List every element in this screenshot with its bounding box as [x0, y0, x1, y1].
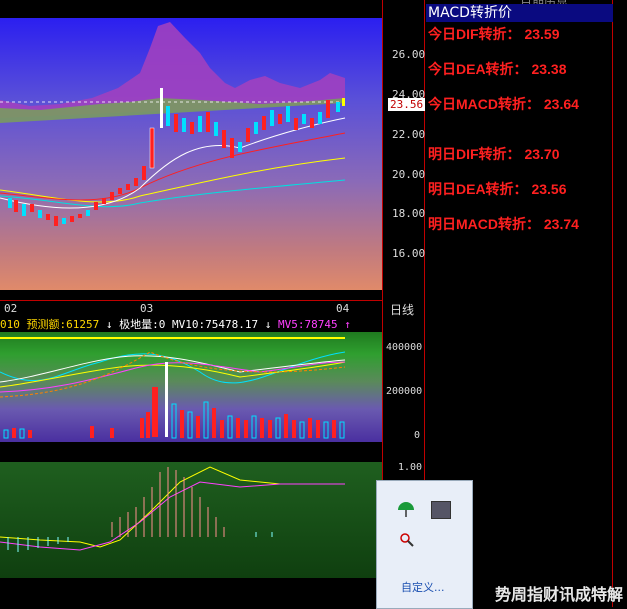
row-label: 今日DIF转折： — [428, 26, 521, 42]
network-icon[interactable] — [399, 531, 415, 547]
macd-row-tomorrow-macd: 明日MACD转折： 23.74 — [428, 214, 579, 234]
row-label: 今日MACD转折： — [428, 96, 540, 112]
indicator-tick: 1.00 — [398, 462, 423, 473]
date-axis: 02 03 04 日线 — [0, 300, 420, 318]
price-tick: 18.00 — [392, 207, 426, 220]
row-value: 23.74 — [543, 216, 579, 232]
price-axis: 26.00 24.00 22.00 20.00 18.00 16.00 23.5… — [384, 18, 426, 290]
row-value: 23.38 — [531, 61, 567, 77]
price-chart[interactable] — [0, 18, 382, 290]
price-tick: 16.00 — [392, 247, 426, 260]
macd-row-today-dea: 今日DEA转折： 23.38 — [428, 59, 567, 79]
volume-chart[interactable] — [0, 332, 382, 442]
vol-arrow-down: ↓ — [105, 318, 113, 331]
volume-chart-svg — [0, 337, 346, 439]
vol-arrow-down-2: ↓ — [264, 318, 272, 331]
volume-header: 010 预测额:61257 ↓ 极地量:0 MV10:75478.17 ↓ MV… — [0, 316, 382, 332]
vol-mv5: MV5:78745 — [277, 318, 338, 331]
macd-row-today-macd: 今日MACD转折： 23.64 — [428, 94, 579, 114]
vol-prefix: 010 — [0, 318, 20, 331]
panel-title: MACD转折价 — [426, 4, 613, 22]
price-marker: 23.56 — [388, 98, 426, 111]
row-label: 明日DIF转折： — [428, 146, 521, 162]
row-label: 明日MACD转折： — [428, 216, 540, 232]
umbrella-icon[interactable] — [397, 501, 415, 519]
volume-tick: 400000 — [386, 342, 423, 353]
top-strip — [0, 0, 382, 18]
row-value: 23.70 — [524, 146, 560, 162]
price-tick: 20.00 — [392, 168, 426, 181]
volume-axis: 400000 200000 0 — [384, 332, 424, 442]
customize-link[interactable]: 自定义... — [401, 579, 445, 595]
macd-row-tomorrow-dea: 明日DEA转折： 23.56 — [428, 179, 567, 199]
macd-row-tomorrow-dif: 明日DIF转折： 23.70 — [428, 144, 560, 164]
indicator-chart[interactable] — [0, 462, 382, 578]
row-value: 23.59 — [524, 26, 560, 42]
vol-mv10: MV10:75478.17 — [172, 318, 259, 331]
price-tick: 22.00 — [392, 128, 426, 141]
vol-arrow-up: ↑ — [344, 318, 351, 331]
panel-divider-right — [612, 0, 613, 607]
row-label: 今日DEA转折： — [428, 61, 528, 77]
volume-tick: 0 — [414, 430, 421, 441]
period-label[interactable]: 日线 — [390, 301, 414, 318]
vol-forecast: 预测额:61257 — [26, 318, 100, 331]
date-tick: 02 — [4, 302, 18, 315]
row-label: 明日DEA转折： — [428, 181, 528, 197]
volume-tick: 200000 — [386, 386, 423, 397]
watermark: 势周指财讯成特解 — [494, 585, 623, 604]
row-value: 23.64 — [543, 96, 579, 112]
date-tick: 03 — [140, 302, 154, 315]
price-tick: 26.00 — [392, 48, 426, 61]
app-icon[interactable] — [431, 501, 451, 519]
vol-limit: 极地量:0 — [119, 318, 166, 331]
macd-row-today-dif: 今日DIF转折： 23.59 — [428, 24, 560, 44]
row-value: 23.56 — [531, 181, 567, 197]
tray-popup: 自定义... — [376, 480, 473, 609]
volume-bars — [3, 401, 345, 439]
price-chart-svg — [0, 22, 346, 226]
indicator-chart-svg — [0, 466, 345, 552]
date-tick: 04 — [336, 302, 350, 315]
